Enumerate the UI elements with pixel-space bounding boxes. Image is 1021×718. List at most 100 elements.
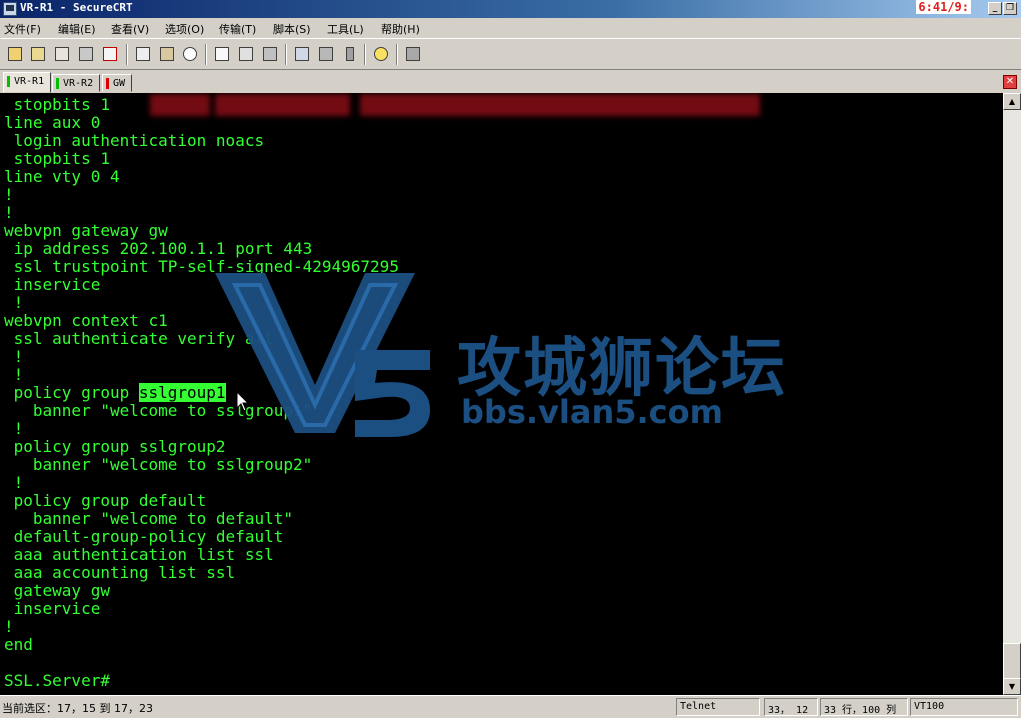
- terminal-type: VT100: [910, 698, 1018, 716]
- scroll-thumb[interactable]: [1003, 643, 1021, 679]
- terminal-line: banner "welcome to sslgroup1": [4, 401, 313, 420]
- menu-transfer[interactable]: 传输(T): [219, 21, 256, 37]
- scroll-up-button[interactable]: ▲: [1003, 93, 1021, 110]
- copy-icon[interactable]: [133, 44, 153, 64]
- terminal-line: aaa authentication list ssl: [4, 545, 274, 564]
- terminal-line: stopbits 1: [4, 149, 110, 168]
- watermark-chinese-text: 攻城狮论坛: [457, 332, 787, 406]
- cursor-position: 33， 12: [764, 698, 818, 716]
- terminal-line: stopbits 1: [4, 95, 110, 114]
- menu-file[interactable]: 文件(F): [4, 21, 41, 37]
- connect-icon[interactable]: [5, 44, 25, 64]
- menu-options[interactable]: 选项(O): [165, 21, 204, 37]
- printer-icon[interactable]: [260, 44, 280, 64]
- terminal-line: !: [4, 473, 24, 492]
- quick-connect-icon[interactable]: [28, 44, 48, 64]
- terminal-line: inservice: [4, 599, 101, 618]
- sftp-icon[interactable]: [403, 44, 423, 64]
- minimize-button[interactable]: _: [988, 2, 1002, 15]
- redacted-region: [360, 94, 760, 116]
- toolbar-separator: [205, 44, 207, 65]
- terminal-line-text: policy group: [4, 383, 139, 402]
- tab-gw[interactable]: GW: [102, 74, 133, 92]
- tab-label: VR-R1: [14, 76, 45, 87]
- terminal-line: line aux 0: [4, 113, 101, 132]
- close-tab-icon[interactable]: ✕: [1003, 75, 1017, 89]
- session-status-icon: [7, 76, 10, 87]
- help-icon[interactable]: [371, 44, 391, 64]
- session-status-icon: [56, 78, 59, 89]
- terminal-line: aaa accounting list ssl: [4, 563, 236, 582]
- session-tab-bar: VR-R1 VR-R2 GW ✕: [0, 71, 1021, 93]
- toolbar-separator: [396, 44, 398, 65]
- selected-text: sslgroup1: [138, 383, 226, 402]
- tab-label: GW: [113, 78, 126, 89]
- menu-script[interactable]: 脚本(S): [273, 21, 311, 37]
- recording-clock: 6:41/9:: [916, 0, 971, 14]
- keymap-icon[interactable]: [340, 44, 360, 64]
- securecrt-app-icon: [3, 2, 17, 16]
- terminal-line: SSL.Server#: [4, 671, 110, 690]
- print-icon[interactable]: [212, 44, 232, 64]
- watermark-url: bbs.vlan5.com: [461, 393, 723, 431]
- scroll-down-button[interactable]: ▼: [1003, 678, 1021, 695]
- menu-edit[interactable]: 编辑(E): [58, 21, 96, 37]
- terminal-line: policy group sslgroup1: [4, 383, 226, 402]
- terminal-line: default-group-policy default: [4, 527, 284, 546]
- paste-icon[interactable]: [157, 44, 177, 64]
- terminal-size: 33 行，100 列: [820, 698, 908, 716]
- menu-view[interactable]: 查看(V): [111, 21, 149, 37]
- terminal-line: ssl authenticate verify all: [4, 329, 274, 348]
- terminal-line: end: [4, 635, 33, 654]
- global-options-icon[interactable]: [316, 44, 336, 64]
- find-icon[interactable]: [180, 44, 200, 64]
- terminal-line: gateway gw: [4, 581, 110, 600]
- session-status-icon: [106, 78, 109, 89]
- tab-vr-r2[interactable]: VR-R2: [52, 74, 101, 92]
- terminal-line: !: [4, 365, 24, 384]
- terminal-line: inservice: [4, 275, 101, 294]
- terminal-line: !: [4, 419, 24, 438]
- connect-tab-icon[interactable]: [52, 44, 72, 64]
- title-bar: VR-R1 - SecureCRT 6:41/9: _ ❐: [0, 0, 1021, 18]
- session-options-icon[interactable]: [292, 44, 312, 64]
- terminal-line: ip address 202.100.1.1 port 443: [4, 239, 313, 258]
- terminal-line: banner "welcome to default": [4, 509, 293, 528]
- vertical-scrollbar[interactable]: ▲ ▼: [1003, 93, 1021, 695]
- terminal-line: !: [4, 203, 14, 222]
- toolbar-separator: [126, 44, 128, 65]
- toolbar-separator: [285, 44, 287, 65]
- disconnect-icon[interactable]: [100, 44, 120, 64]
- terminal-line: webvpn context c1: [4, 311, 168, 330]
- tab-vr-r1[interactable]: VR-R1: [3, 72, 52, 93]
- menu-help[interactable]: 帮助(H): [381, 21, 420, 37]
- reconnect-icon[interactable]: [76, 44, 96, 64]
- terminal-line: line vty 0 4: [4, 167, 120, 186]
- mouse-cursor-icon: [236, 391, 250, 412]
- terminal-line: !: [4, 293, 24, 312]
- menu-bar: 文件(F) 编辑(E) 查看(V) 选项(O) 传输(T) 脚本(S) 工具(L…: [0, 18, 1021, 38]
- window-title: VR-R1 - SecureCRT: [20, 1, 133, 14]
- selection-status: 当前选区：17，15 到 17，23: [2, 702, 153, 715]
- terminal-line: !: [4, 617, 14, 636]
- terminal-line: login authentication noacs: [4, 131, 265, 150]
- restore-button[interactable]: ❐: [1003, 2, 1017, 15]
- print-setup-icon[interactable]: [236, 44, 256, 64]
- terminal-line: !: [4, 347, 24, 366]
- terminal-line: banner "welcome to sslgroup2": [4, 455, 313, 474]
- tab-label: VR-R2: [63, 78, 94, 89]
- protocol-status: Telnet: [676, 698, 760, 716]
- toolbar-separator: [364, 44, 366, 65]
- redacted-region: [215, 94, 350, 116]
- menu-tools[interactable]: 工具(L): [327, 21, 364, 37]
- terminal-line: policy group default: [4, 491, 207, 510]
- terminal-line: policy group sslgroup2: [4, 437, 226, 456]
- redacted-region: [150, 94, 210, 116]
- watermark: 攻城狮论坛 bbs.vlan5.com: [205, 265, 825, 465]
- terminal-line: ssl trustpoint TP-self-signed-4294967295: [4, 257, 399, 276]
- terminal-line: !: [4, 185, 14, 204]
- terminal-output[interactable]: stopbits 1 line aux 0 login authenticatio…: [0, 93, 1003, 695]
- status-bar: 当前选区：17，15 到 17，23 Telnet 33， 12 33 行，10…: [0, 695, 1021, 718]
- terminal-line: webvpn gateway gw: [4, 221, 168, 240]
- toolbar: [0, 38, 1021, 70]
